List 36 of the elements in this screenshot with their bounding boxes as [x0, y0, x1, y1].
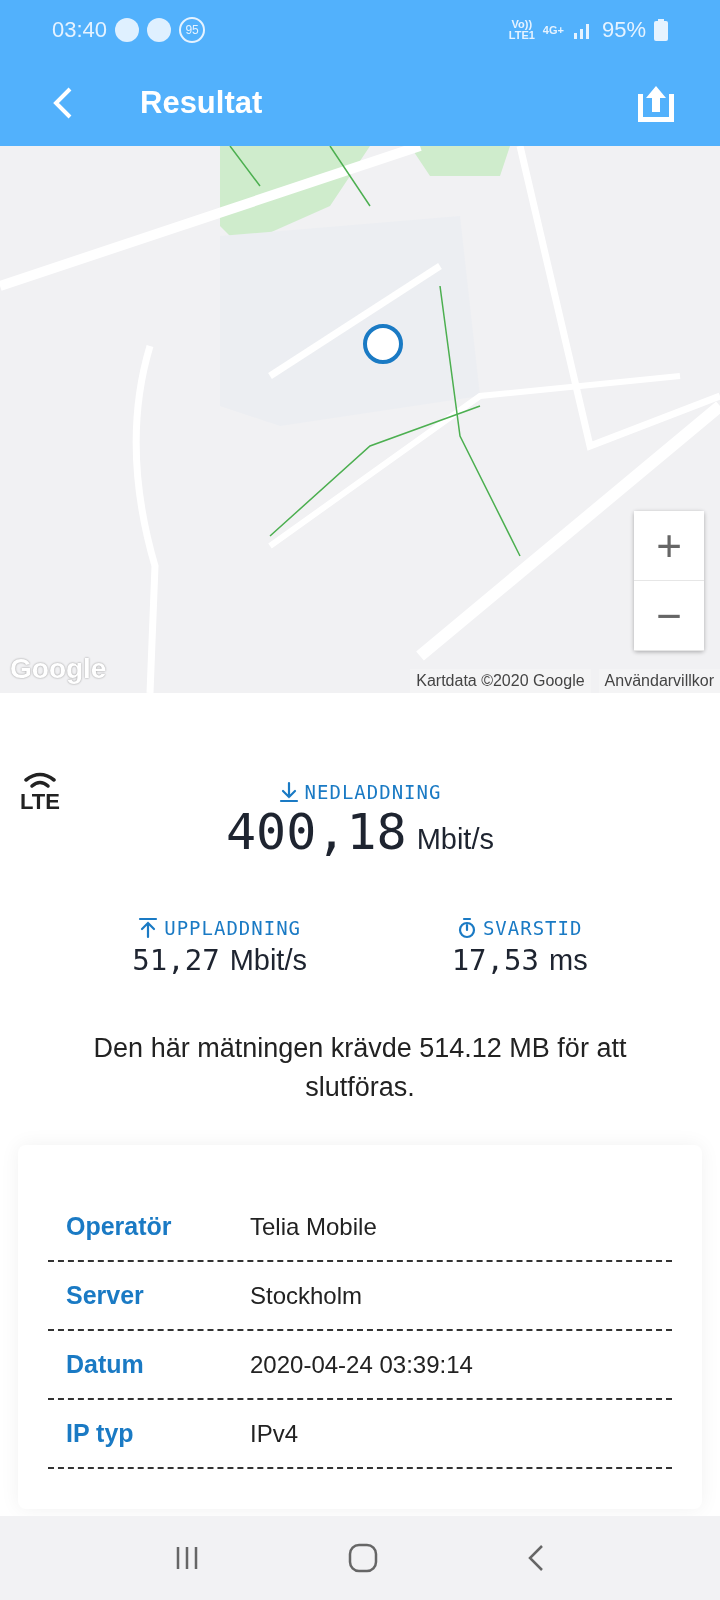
- detail-label: Datum: [65, 1350, 145, 1380]
- zoom-in-button[interactable]: +: [634, 511, 704, 581]
- latency-label: SVARSTID: [482, 917, 583, 939]
- home-icon[interactable]: [348, 1543, 378, 1573]
- zoom-out-button[interactable]: −: [634, 581, 704, 651]
- network-label: 4G+: [542, 24, 564, 36]
- download-value: 400,18: [226, 803, 407, 861]
- network-type: LTE: [20, 791, 60, 813]
- detail-value: Telia Mobile: [250, 1212, 377, 1241]
- latency-value: 17,53: [451, 943, 539, 977]
- detail-label: Operatör: [65, 1212, 173, 1242]
- upload-unit: Mbit/s: [229, 944, 307, 977]
- data-usage-note: Den här mätningen krävde 514.12 MB för att slutföras.: [92, 1032, 628, 1105]
- download-icon: [278, 781, 299, 803]
- upload-value: 51,27: [132, 943, 220, 977]
- upload-label: UPPLADDNING: [164, 917, 302, 939]
- wifi-icon: [22, 771, 57, 791]
- status-time: 03:40: [52, 17, 108, 43]
- upload-icon: [138, 917, 159, 939]
- detail-label: IP typ: [65, 1419, 135, 1449]
- detail-label: Server: [65, 1281, 145, 1311]
- battery-icon: [654, 19, 668, 41]
- notification-badge: 95: [179, 17, 206, 43]
- battery-percent: 95%: [601, 17, 646, 43]
- volte-sublabel: LTE1: [508, 30, 535, 41]
- download-label: NEDLADDNING: [304, 781, 442, 803]
- download-unit: Mbit/s: [416, 823, 494, 856]
- latency-unit: ms: [548, 944, 588, 977]
- detail-value: 2020-04-24 03:39:14: [250, 1350, 473, 1379]
- volte-label: Vo)): [511, 19, 533, 30]
- stopwatch-icon: [456, 917, 477, 939]
- screen-title: Resultat: [140, 85, 264, 121]
- back-icon[interactable]: [526, 1544, 546, 1572]
- detail-value: IPv4: [250, 1419, 299, 1448]
- recent-apps-icon[interactable]: [174, 1545, 200, 1571]
- detail-value: Stockholm: [250, 1281, 363, 1310]
